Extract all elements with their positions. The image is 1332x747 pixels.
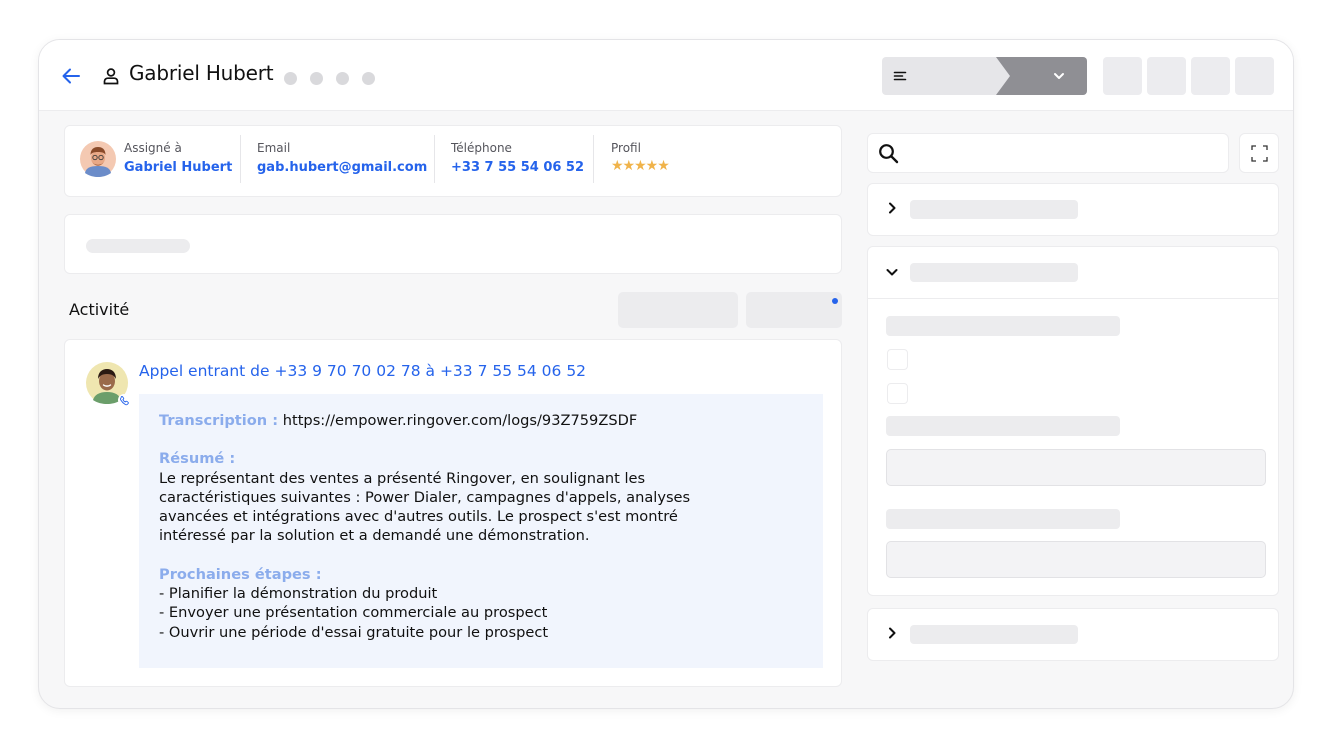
next-steps-label: Prochaines étapes : [159, 565, 322, 583]
transcription-label: Transcription : [159, 412, 279, 429]
status-dot [336, 72, 349, 85]
summary-line: intéressé par la solution et a demandé u… [159, 527, 590, 545]
caller-avatar [86, 362, 130, 406]
accordion-section-collapsed[interactable] [867, 608, 1279, 661]
placeholder-bar [886, 316, 1120, 336]
next-step-item: - Envoyer une présentation commerciale a… [159, 604, 548, 622]
person-icon [103, 68, 119, 85]
accordion-section-expanded [867, 246, 1279, 596]
status-dot [310, 72, 323, 85]
email-value[interactable]: gab.hubert@gmail.com [257, 160, 427, 175]
avatar [80, 141, 116, 177]
call-activity-card: Appel entrant de +33 9 70 70 02 78 à +33… [64, 339, 842, 687]
toolbar-button[interactable] [1191, 57, 1230, 95]
toolbar-button[interactable] [1235, 57, 1274, 95]
summary-line: caractéristiques suivantes : Power Diale… [159, 488, 691, 506]
stage-selector-active[interactable] [996, 57, 1087, 95]
phone-icon [118, 394, 130, 406]
summary-line: avancées et intégrations avec d'autres o… [159, 508, 678, 526]
placeholder-bar [886, 416, 1120, 436]
activity-filter-button[interactable] [618, 292, 738, 328]
activity-section-title: Activité [69, 300, 130, 319]
status-dots [284, 72, 375, 85]
text-field[interactable] [886, 541, 1266, 578]
accordion-section-collapsed[interactable] [867, 183, 1279, 236]
checkbox[interactable] [887, 349, 908, 370]
chevron-right-icon[interactable] [885, 201, 899, 215]
transcription-line: Transcription : https://empower.ringover… [159, 411, 803, 430]
text-field[interactable] [886, 449, 1266, 486]
checkbox[interactable] [887, 383, 908, 404]
placeholder-bar [910, 625, 1078, 644]
phone-field: Téléphone +33 7 55 54 06 52 [451, 141, 584, 175]
activity-action-button[interactable] [746, 292, 842, 328]
email-label: Email [257, 141, 291, 155]
assigned-value[interactable]: Gabriel Hubert [124, 160, 232, 175]
divider [240, 135, 241, 183]
fullscreen-button[interactable] [1239, 133, 1279, 173]
assigned-field: Assigné à Gabriel Hubert [124, 141, 232, 175]
contact-info-card: Assigné à Gabriel Hubert Email gab.huber… [64, 125, 842, 197]
contact-window: Gabriel Hubert Assigné à Gabriel Hubert … [38, 39, 1294, 709]
transcription-link[interactable]: https://empower.ringover.com/logs/93Z759… [283, 412, 638, 429]
status-dot [284, 72, 297, 85]
contact-name: Gabriel Hubert [129, 61, 274, 85]
placeholder-bar [86, 239, 190, 253]
divider [434, 135, 435, 183]
placeholder-card [64, 214, 842, 274]
placeholder-bar [886, 509, 1120, 529]
email-field: Email gab.hubert@gmail.com [257, 141, 427, 175]
status-dot [362, 72, 375, 85]
chevron-right-icon[interactable] [885, 626, 899, 640]
placeholder-bar [910, 200, 1078, 219]
search-icon [879, 144, 899, 164]
top-bar: Gabriel Hubert [39, 40, 1293, 111]
placeholder-bar [910, 263, 1078, 282]
divider [593, 135, 594, 183]
toolbar-button[interactable] [1103, 57, 1142, 95]
stage-selector[interactable] [882, 57, 1087, 95]
chevron-down-icon[interactable] [1052, 69, 1066, 83]
phone-label: Téléphone [451, 141, 512, 155]
toolbar-button[interactable] [1147, 57, 1186, 95]
menu-lines-icon [893, 71, 907, 81]
profile-field: Profil ★★★★★ [611, 141, 670, 174]
transcript-box: Transcription : https://empower.ringover… [139, 394, 823, 668]
search-input[interactable] [867, 133, 1229, 173]
call-title[interactable]: Appel entrant de +33 9 70 70 02 78 à +33… [139, 362, 586, 380]
summary-line: Le représentant des ventes a présenté Ri… [159, 469, 646, 487]
next-step-item: - Ouvrir une période d'essai gratuite po… [159, 623, 549, 641]
summary-label: Résumé : [159, 450, 236, 468]
arrow-left-icon[interactable] [60, 65, 82, 87]
chevron-down-icon[interactable] [885, 265, 899, 279]
next-step-item: - Planifier la démonstration du produit [159, 585, 438, 603]
assigned-label: Assigné à [124, 141, 182, 155]
accordion-header[interactable] [868, 247, 1278, 299]
rating-stars: ★★★★★ [611, 158, 670, 174]
fullscreen-icon [1251, 145, 1268, 162]
phone-value[interactable]: +33 7 55 54 06 52 [451, 160, 584, 175]
profile-label: Profil [611, 141, 641, 155]
notification-dot [832, 298, 838, 304]
